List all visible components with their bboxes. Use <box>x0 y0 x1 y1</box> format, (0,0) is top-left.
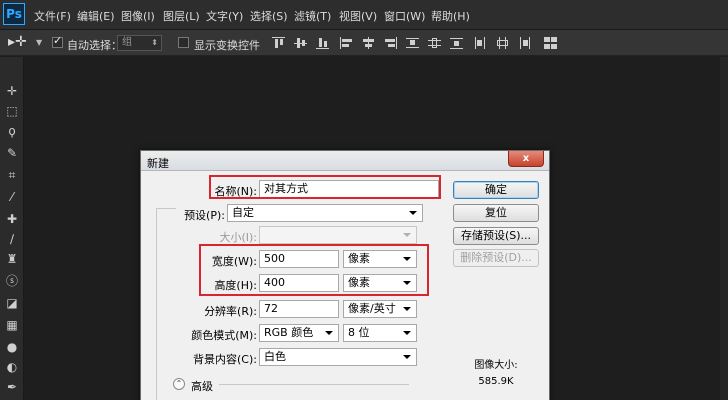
auto-select-label: 自动选择： <box>67 39 122 52</box>
menu-layer[interactable]: 图层(L) <box>163 8 200 24</box>
colormode-value: RGB 颜色 <box>264 326 314 339</box>
menu-filter[interactable]: 滤镜(T) <box>294 8 331 24</box>
distribute-right-icon[interactable] <box>518 37 531 49</box>
background-dropdown[interactable]: 白色 <box>259 348 417 366</box>
brush-tool-icon[interactable]: ∕ <box>4 231 20 247</box>
menu-bar: Ps 文件(F) 编辑(E) 图像(I) 图层(L) 文字(Y) 选择(S) 滤… <box>0 0 728 30</box>
resolution-input[interactable]: 72 <box>259 300 339 318</box>
groupbox-border <box>156 208 176 209</box>
chevron-down-icon <box>403 355 411 359</box>
delete-preset-button: 删除预设(D)... <box>453 249 539 267</box>
preset-label: 预设(P): <box>184 209 225 222</box>
lasso-tool-icon[interactable]: ϙ <box>4 123 20 139</box>
crop-tool-icon[interactable]: ⌗ <box>4 167 20 183</box>
dialog-titlebar[interactable]: 新建 x <box>141 151 549 171</box>
distribute-hcenter-icon[interactable] <box>496 37 509 49</box>
options-bar: ▸✛ ▼ 自动选择： 组⬍ 显示变换控件 <box>0 30 728 56</box>
dialog-title: 新建 <box>147 157 169 170</box>
tool-preset-caret-icon[interactable]: ▼ <box>36 38 42 47</box>
preset-dropdown[interactable]: 自定 <box>227 204 423 222</box>
marquee-tool-icon[interactable]: ⬚ <box>4 103 20 119</box>
distribute-vcenter-icon[interactable] <box>428 37 441 49</box>
chevron-down-icon <box>325 331 333 335</box>
resolution-unit-value: 像素/英寸 <box>348 302 396 315</box>
tools-panel: ✛ ⬚ ϙ ✎ ⌗ ⁄ ✚ ∕ ♜ ⓢ ◪ ▦ ● ◐ ✒ <box>0 57 24 400</box>
menu-file[interactable]: 文件(F) <box>34 8 71 24</box>
colormode-dropdown[interactable]: RGB 颜色 <box>259 324 339 342</box>
align-vcenter-icon[interactable] <box>294 37 307 49</box>
menu-help[interactable]: 帮助(H) <box>431 8 470 24</box>
distribute-left-icon[interactable] <box>474 37 487 49</box>
name-highlight <box>209 175 441 199</box>
menu-view[interactable]: 视图(V) <box>339 8 377 24</box>
show-transform-label: 显示变换控件 <box>194 39 260 52</box>
background-value: 白色 <box>264 350 286 363</box>
image-size-label: 图像大小: <box>474 360 518 371</box>
bitdepth-value: 8 位 <box>348 326 370 339</box>
ok-button[interactable]: 确定 <box>453 181 539 199</box>
size-dropdown <box>259 226 417 244</box>
pen-tool-icon[interactable]: ✒ <box>4 379 20 395</box>
advanced-divider <box>219 384 409 385</box>
colormode-label: 颜色模式(M): <box>191 329 257 342</box>
resolution-unit-dropdown[interactable]: 像素/英寸 <box>343 300 417 318</box>
align-left-icon[interactable] <box>340 37 353 49</box>
spinner-icon: ⬍ <box>151 38 158 47</box>
auto-select-dropdown[interactable]: 组 ⬍ <box>117 35 162 51</box>
blur-tool-icon[interactable]: ● <box>4 339 20 355</box>
gradient-tool-icon[interactable]: ▦ <box>4 317 20 333</box>
menu-select[interactable]: 选择(S) <box>250 8 288 24</box>
healing-brush-tool-icon[interactable]: ✚ <box>4 211 20 227</box>
chevron-down-icon <box>409 211 417 215</box>
history-brush-tool-icon[interactable]: ⓢ <box>4 273 20 289</box>
preset-value: 自定 <box>232 206 254 219</box>
dodge-tool-icon[interactable]: ◐ <box>4 359 20 375</box>
size-label: 大小(I): <box>219 231 257 244</box>
menu-edit[interactable]: 编辑(E) <box>77 8 115 24</box>
close-button[interactable]: x <box>508 151 544 167</box>
distribute-top-icon[interactable] <box>406 37 419 49</box>
advanced-expand-icon[interactable]: ⌃ <box>173 378 185 390</box>
auto-align-layers-icon[interactable] <box>544 37 557 49</box>
menu-type[interactable]: 文字(Y) <box>206 8 243 24</box>
distribute-bottom-icon[interactable] <box>450 37 463 49</box>
move-tool-icon[interactable]: ✛ <box>4 83 20 99</box>
align-top-icon[interactable] <box>272 37 285 49</box>
menu-image[interactable]: 图像(I) <box>121 8 155 24</box>
chevron-down-icon <box>403 307 411 311</box>
chevron-down-icon <box>403 233 411 237</box>
auto-select-value: 组 <box>122 37 132 48</box>
canvas-scroll-edge <box>720 57 728 400</box>
bitdepth-dropdown[interactable]: 8 位 <box>343 324 417 342</box>
align-bottom-icon[interactable] <box>316 37 329 49</box>
advanced-label[interactable]: 高级 <box>191 378 213 394</box>
eraser-tool-icon[interactable]: ◪ <box>4 295 20 311</box>
show-transform-checkbox[interactable] <box>178 37 189 48</box>
resolution-label: 分辨率(R): <box>204 305 257 318</box>
groupbox-border <box>156 208 157 400</box>
photoshop-logo: Ps <box>3 3 25 25</box>
align-right-icon[interactable] <box>384 37 397 49</box>
new-document-dialog: 新建 x 名称(N): 对其方式 预设(P): 自定 大小(I): 宽度(W):… <box>140 150 550 400</box>
quick-select-tool-icon[interactable]: ✎ <box>4 145 20 161</box>
size-highlight <box>199 244 429 296</box>
eyedropper-tool-icon[interactable]: ⁄ <box>4 189 20 205</box>
auto-select-checkbox[interactable] <box>52 34 63 48</box>
align-hcenter-icon[interactable] <box>362 37 375 49</box>
reset-button[interactable]: 复位 <box>453 204 539 222</box>
clone-stamp-tool-icon[interactable]: ♜ <box>4 251 20 267</box>
background-label: 背景内容(C): <box>193 353 257 366</box>
save-preset-button[interactable]: 存储预设(S)... <box>453 227 539 245</box>
menu-window[interactable]: 窗口(W) <box>384 8 425 24</box>
image-size-value: 585.9K <box>478 376 514 387</box>
chevron-down-icon <box>403 331 411 335</box>
move-tool-icon[interactable]: ▸✛ <box>8 34 27 50</box>
